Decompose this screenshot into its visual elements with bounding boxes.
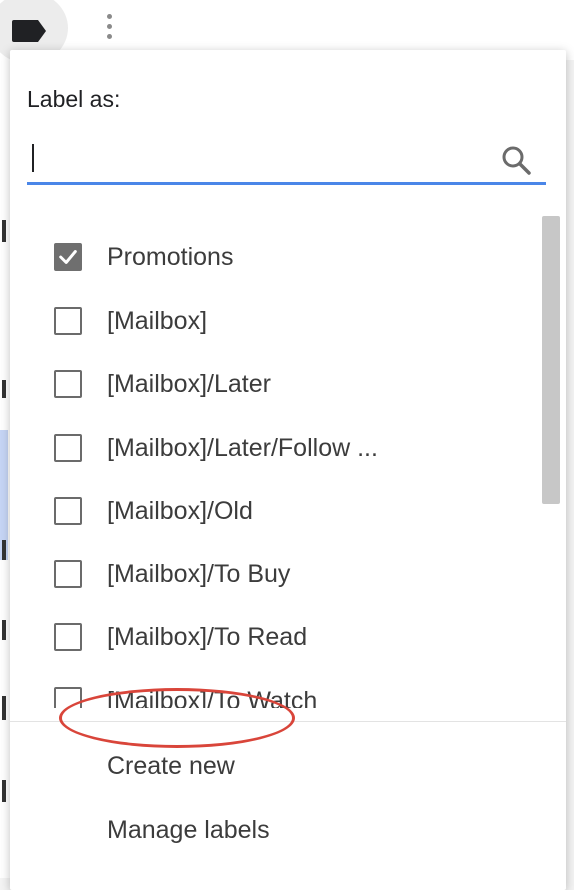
search-icon[interactable] [500,144,532,176]
list-item-label: Promotions [107,242,234,271]
label-search-input[interactable] [31,140,485,178]
check-icon [59,250,77,264]
list-item[interactable]: [Mailbox] [10,289,540,353]
list-item-label: [Mailbox]/Later [107,369,271,398]
text-caret [32,144,34,172]
list-item-label: [Mailbox]/Later/Follow ... [107,433,378,462]
scrollbar-thumb[interactable] [542,216,560,504]
checkbox-checked[interactable] [54,243,82,271]
checkbox[interactable] [54,687,82,708]
list-item[interactable]: [Mailbox]/To Buy [10,542,540,606]
more-vert-icon[interactable] [104,14,114,48]
label-list[interactable]: Promotions [Mailbox] [Mailbox]/Later [Ma… [10,200,566,708]
list-item[interactable]: [Mailbox]/Later/Follow ... [10,416,540,480]
list-item-label: [Mailbox]/To Watch [107,686,318,709]
checkbox[interactable] [54,434,82,462]
create-new-button[interactable]: Create new [107,752,235,781]
list-item-label: [Mailbox]/Old [107,496,253,525]
list-item-label: [Mailbox] [107,306,208,335]
checkbox[interactable] [54,370,82,398]
list-item-label: [Mailbox]/To Buy [107,559,291,588]
label-as-menu: Label as: Promotions [Mailbox] [Mailbox]… [10,50,566,890]
checkbox[interactable] [54,307,82,335]
checkbox[interactable] [54,560,82,588]
list-item[interactable]: [Mailbox]/Later [10,352,540,416]
manage-labels-button[interactable]: Manage labels [107,816,270,845]
list-item-label: [Mailbox]/To Read [107,622,308,651]
label-search-field [27,134,546,185]
checkbox[interactable] [54,623,82,651]
list-item[interactable]: Promotions [10,225,540,289]
menu-title: Label as: [27,86,121,112]
divider [10,721,566,722]
list-item[interactable]: [Mailbox]/Old [10,479,540,543]
list-item[interactable]: [Mailbox]/To Watch [10,669,540,708]
label-icon [12,20,46,42]
list-item[interactable]: [Mailbox]/To Read [10,605,540,669]
checkbox[interactable] [54,497,82,525]
background-page-edge [0,60,10,878]
